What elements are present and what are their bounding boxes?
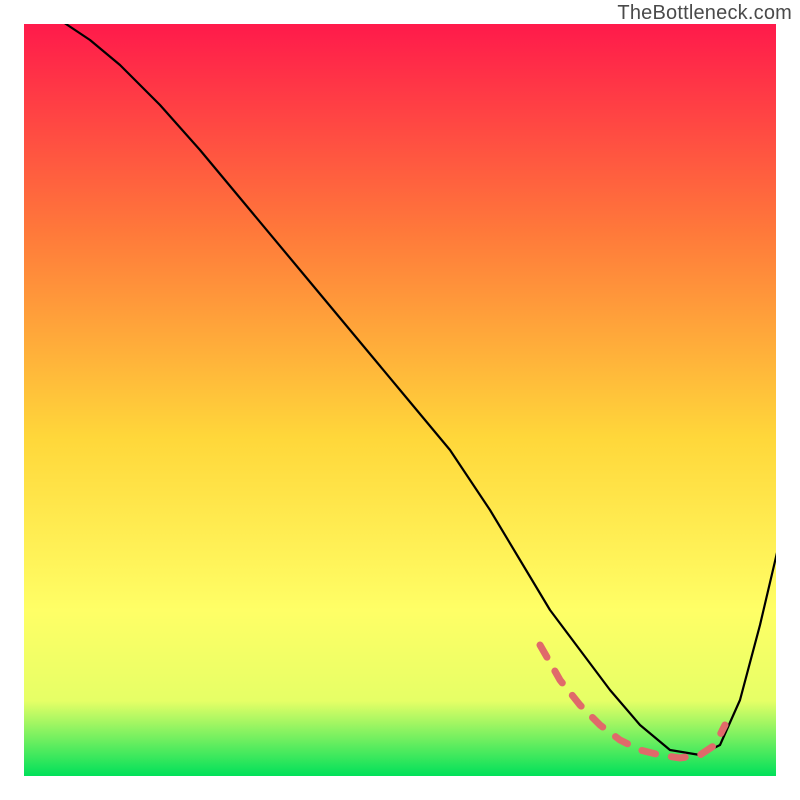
bottleneck-chart — [0, 0, 800, 800]
chart-stage: TheBottleneck.com — [0, 0, 800, 800]
gradient-background — [24, 24, 776, 776]
watermark-text: TheBottleneck.com — [617, 2, 792, 25]
